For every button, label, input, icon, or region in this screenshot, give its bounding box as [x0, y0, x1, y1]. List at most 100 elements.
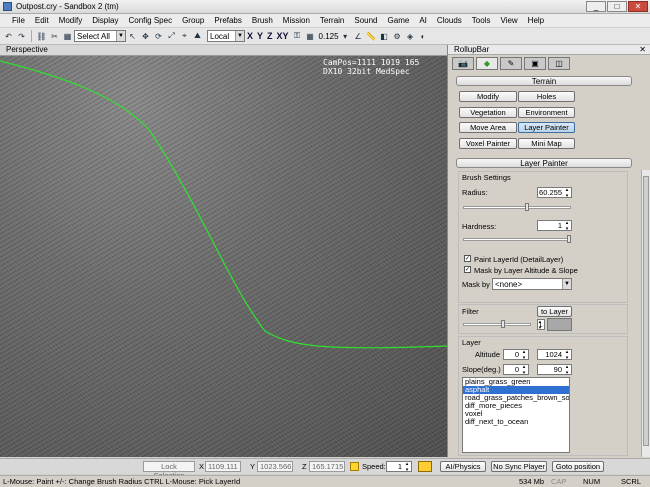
minimize-button[interactable]: _ — [586, 1, 606, 12]
menu-mission[interactable]: Mission — [278, 16, 315, 25]
slope-max-input[interactable]: 90 — [537, 364, 572, 376]
bottom-status-bar: L-Mouse: Paint +/-: Change Brush Radius … — [0, 475, 650, 487]
hardness-slider-track[interactable] — [463, 238, 571, 241]
ruler-icon[interactable]: 📏 — [366, 31, 377, 42]
unlink-icon[interactable]: ✂ — [49, 31, 60, 42]
undo-icon[interactable]: ↶ — [3, 31, 14, 42]
filter-color-swatch[interactable] — [547, 318, 572, 331]
no-sync-player-button[interactable]: No Sync Player — [491, 461, 547, 472]
viewport-label[interactable]: Perspective — [6, 45, 48, 54]
rotate-icon[interactable]: ⟳ — [153, 31, 164, 42]
snap-icon[interactable]: ⌖ — [179, 31, 190, 42]
holes-button[interactable]: Holes — [518, 91, 575, 102]
speed-input[interactable]: 1 — [386, 461, 412, 473]
layer-painter-button[interactable]: Layer Painter — [518, 122, 575, 133]
rollup-scrollbar[interactable] — [641, 170, 650, 457]
goto-position-button[interactable]: Goto position — [552, 461, 604, 472]
terrain-section-header[interactable]: Terrain — [456, 76, 632, 86]
redo-icon[interactable]: ↷ — [16, 31, 27, 42]
coord-system-dropdown[interactable]: Local ▼ — [207, 30, 245, 42]
close-button[interactable]: ✕ — [628, 1, 648, 12]
menu-clouds[interactable]: Clouds — [432, 16, 467, 25]
menu-file[interactable]: File — [7, 16, 30, 25]
scale-icon[interactable]: ⤢ — [166, 31, 177, 42]
rollup-scrollbar-thumb[interactable] — [643, 176, 649, 446]
material-icon[interactable]: ◐ — [418, 31, 429, 42]
move-area-button[interactable]: Move Area — [459, 122, 517, 133]
environment-button[interactable]: Environment — [518, 107, 575, 118]
menu-display[interactable]: Display — [87, 16, 123, 25]
filter-value[interactable]: 1 — [537, 319, 545, 331]
lock-icon[interactable] — [350, 462, 359, 471]
tab-layers[interactable]: ◫ — [548, 57, 570, 70]
x-label: X — [199, 462, 205, 471]
tab-display[interactable]: ▣ — [524, 57, 546, 70]
object-icon[interactable]: ◈ — [405, 31, 416, 42]
lock-selection-button[interactable]: Lock Selection — [143, 461, 195, 480]
camera-icon[interactable]: ◧ — [379, 31, 390, 42]
list-item[interactable]: diff_next_to_ocean — [463, 418, 569, 426]
perspective-viewport[interactable]: CamPos=1111 1019 165 DX10 32bit MedSpec — [0, 56, 447, 457]
rollup-close-icon[interactable]: ✕ — [639, 45, 646, 54]
link-icon[interactable]: ⛓ — [36, 31, 47, 42]
menu-game[interactable]: Game — [383, 16, 415, 25]
voxel-painter-button[interactable]: Voxel Painter — [459, 138, 517, 149]
tab-objects[interactable]: 📷 — [452, 57, 474, 70]
grid-icon[interactable]: ▦ — [305, 31, 316, 42]
terrain-snap-icon[interactable]: ⛰ — [192, 31, 203, 42]
mini-map-button[interactable]: Mini Map — [518, 138, 575, 149]
axis-x-button[interactable]: X — [245, 31, 255, 41]
ai-physics-button[interactable]: AI/Physics — [440, 461, 486, 472]
hardness-input[interactable]: 1 — [537, 220, 572, 232]
menu-edit[interactable]: Edit — [30, 16, 54, 25]
axis-z-button[interactable]: Z — [265, 31, 275, 41]
menu-group[interactable]: Group — [177, 16, 209, 25]
altitude-min-input[interactable]: 0 — [503, 349, 529, 361]
selection-dropdown[interactable]: Select All ▼ — [74, 30, 126, 42]
tab-modeling[interactable]: ✎ — [500, 57, 522, 70]
pointer-icon[interactable]: ↖ — [127, 31, 138, 42]
angle-snap-icon[interactable]: ∠ — [353, 31, 364, 42]
physics-icon[interactable]: ⚙ — [392, 31, 403, 42]
altitude-max-input[interactable]: 1024 — [537, 349, 572, 361]
grid-size-value[interactable]: 0.125 — [319, 32, 339, 41]
radius-slider-thumb[interactable] — [525, 203, 530, 211]
filter-slider-track[interactable] — [463, 323, 531, 326]
filter-slider-thumb[interactable] — [501, 320, 505, 328]
menu-terrain[interactable]: Terrain — [315, 16, 349, 25]
select-icon[interactable]: ▦ — [62, 31, 73, 42]
lock-icon[interactable]: ⚿ — [292, 31, 303, 42]
paint-layerid-checkbox[interactable]: ✓ — [464, 255, 471, 262]
grid-dropdown-icon[interactable]: ▾ — [340, 31, 351, 42]
menu-modify[interactable]: Modify — [54, 16, 88, 25]
radius-input[interactable]: 60.255 — [537, 187, 572, 199]
menu-prefabs[interactable]: Prefabs — [209, 16, 247, 25]
menu-config-spec[interactable]: Config Spec — [123, 16, 177, 25]
menu-view[interactable]: View — [495, 16, 522, 25]
tab-terrain[interactable]: ◆ — [476, 57, 498, 70]
move-icon[interactable]: ✥ — [140, 31, 151, 42]
brush-outline — [0, 60, 447, 349]
menu-sound[interactable]: Sound — [349, 16, 382, 25]
axis-xy-button[interactable]: XY — [275, 31, 291, 41]
hardness-slider-thumb[interactable] — [567, 235, 571, 243]
menu-tools[interactable]: Tools — [467, 16, 496, 25]
menu-brush[interactable]: Brush — [247, 16, 278, 25]
modify-button[interactable]: Modify — [459, 91, 517, 102]
radius-slider-track[interactable] — [463, 206, 571, 209]
terrain-follow-icon[interactable] — [418, 461, 432, 472]
menu-help[interactable]: Help — [523, 16, 549, 25]
axis-y-button[interactable]: Y — [255, 31, 265, 41]
z-coordinate-field[interactable]: 165.1715 — [309, 461, 345, 472]
slope-min-input[interactable]: 0 — [503, 364, 529, 376]
layer-list[interactable]: plains_grass_green asphalt road_grass_pa… — [462, 377, 570, 453]
maximize-button[interactable]: □ — [607, 1, 627, 12]
x-coordinate-field[interactable]: 1109.111 — [205, 461, 241, 472]
layer-painter-section-header[interactable]: Layer Painter — [456, 158, 632, 168]
mask-by-dropdown[interactable]: <none> ▼ — [492, 278, 572, 290]
y-coordinate-field[interactable]: 1023.566 — [257, 461, 293, 472]
to-layer-button[interactable]: to Layer — [537, 306, 572, 317]
menu-ai[interactable]: AI — [414, 16, 432, 25]
mask-altitude-checkbox[interactable]: ✓ — [464, 266, 471, 273]
vegetation-button[interactable]: Vegetation — [459, 107, 517, 118]
